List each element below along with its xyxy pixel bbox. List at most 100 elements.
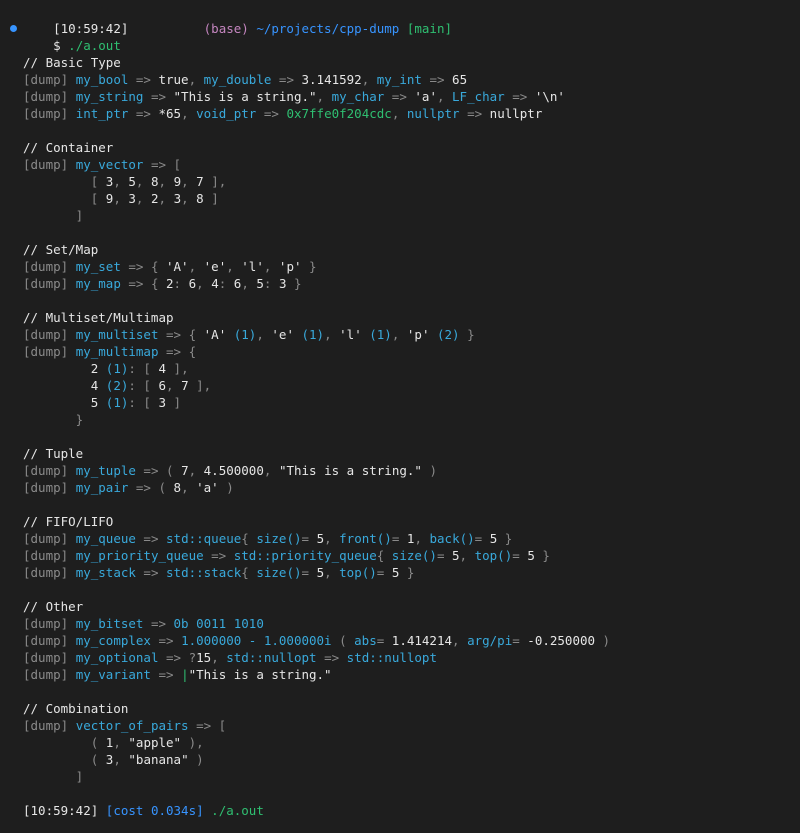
output-token: nullptr (489, 106, 543, 121)
output-token: std::queue (166, 531, 242, 546)
output-token: , (459, 548, 475, 563)
output-token: "This is a string." (278, 463, 422, 478)
output-token: ), (181, 735, 204, 750)
output-line: [dump] my_multiset => { 'A' (1), 'e' (1)… (23, 326, 475, 343)
output-token: 'p' (278, 259, 302, 274)
output-token: => { (120, 276, 166, 291)
output-line: [dump] my_multimap => { (23, 343, 196, 360)
prompt-env: (base) (203, 21, 249, 36)
output-token: , (436, 89, 453, 104)
output-token: my_complex (75, 633, 151, 648)
output-token: => (459, 106, 490, 121)
output-token: // Other (23, 599, 84, 614)
output-token: => (271, 72, 302, 87)
output-token: [dump] (23, 650, 76, 665)
output-token: , (158, 191, 174, 206)
output-token: = (376, 565, 392, 580)
output-token: [dump] (23, 276, 76, 291)
output-token: [dump] (23, 327, 76, 342)
output-token: 3 (278, 276, 287, 291)
output-token: my_string (75, 89, 144, 104)
output-token: [ (23, 191, 106, 206)
output-token: true (158, 72, 189, 87)
output-token: ], (166, 361, 189, 376)
output-token: 65 (452, 72, 468, 87)
output-token: } (497, 531, 513, 546)
output-token: , (324, 565, 340, 580)
output-token: => (158, 650, 189, 665)
output-token: 15 (196, 650, 212, 665)
output-token: => (504, 89, 535, 104)
output-token: => { (158, 344, 197, 359)
output-line: // Container (23, 139, 113, 156)
output-token: 7 (181, 463, 189, 478)
output-token: 9 (173, 174, 182, 189)
output-token: : (263, 276, 279, 291)
output-token: 4.500000 (203, 463, 264, 478)
output-token: // Basic Type (23, 55, 121, 70)
output-token: ], (203, 174, 227, 189)
output-token: // Set/Map (23, 242, 99, 257)
output-token: => (316, 650, 347, 665)
output-token: 1.000000 - 1.000000i (181, 633, 332, 648)
output-token: my_variant (75, 667, 151, 682)
output-token: 1.414214 (391, 633, 453, 648)
output-line: } (23, 411, 84, 428)
output-token: 'l' (241, 259, 264, 274)
prompt-branch: [main] (406, 21, 453, 36)
output-line: [dump] my_complex => 1.000000 - 1.000000… (23, 632, 610, 649)
output-token: = (376, 633, 392, 648)
output-token (23, 395, 91, 410)
output-token: => (150, 667, 182, 682)
output-line: ( 1, "apple" ), (23, 734, 204, 751)
output-token: [dump] (23, 531, 76, 546)
output-token: , (181, 191, 197, 206)
output-token: } (534, 548, 550, 563)
output-token: back() (429, 531, 475, 546)
output-token: ] (23, 769, 84, 784)
prompt-path: ~/projects/cpp-dump (256, 21, 400, 36)
output-line: [dump] my_priority_queue => std::priorit… (23, 547, 550, 564)
output-token: => (143, 616, 174, 631)
output-line: 2 (1): [ 4 ], (23, 360, 189, 377)
output-token: } (459, 327, 475, 342)
output-token: , (166, 378, 182, 393)
output-line: [dump] my_optional => ?15, std::nullopt … (23, 649, 437, 666)
output-token: 'a' (414, 89, 437, 104)
output-token: : (218, 276, 234, 291)
output-token: } (301, 259, 317, 274)
output-token: = (301, 565, 317, 580)
output-token: , (135, 174, 151, 189)
output-line: [dump] my_vector => [ (23, 156, 181, 173)
output-token: [dump] (23, 259, 76, 274)
output-token: "This is a string." (173, 89, 317, 104)
output-token: | (181, 667, 189, 682)
output-token: [10:59:42] (23, 803, 106, 818)
output-line: [dump] my_set => { 'A', 'e', 'l', 'p' } (23, 258, 317, 275)
output-token: "This is a string." (188, 667, 332, 682)
output-token: 5 (128, 174, 136, 189)
output-token: std::stack (166, 565, 242, 580)
output-line: [dump] my_string => "This is a string.",… (23, 88, 565, 105)
output-token: , (263, 463, 279, 478)
output-token: // Combination (23, 701, 129, 716)
output-token: = (512, 633, 528, 648)
output-token: [dump] (23, 72, 76, 87)
output-token: *65 (158, 106, 182, 121)
output-token (23, 378, 91, 393)
output-token: [dump] (23, 616, 76, 631)
output-token: => { (120, 259, 166, 274)
output-token: , (263, 259, 279, 274)
output-token: [dump] (23, 633, 76, 648)
output-token: my_map (75, 276, 121, 291)
output-token: 5 (316, 531, 325, 546)
terminal-window[interactable]: [10:59:42] (base) ~/projects/cpp-dump [m… (0, 0, 800, 833)
output-token: = (512, 548, 528, 563)
output-token: , (391, 327, 407, 342)
output-token: : [ (128, 361, 159, 376)
output-token: , (158, 174, 174, 189)
output-token: my_multiset (75, 327, 159, 342)
output-token: [dump] (23, 565, 76, 580)
output-token: ) (188, 752, 204, 767)
output-token: [dump] (23, 480, 76, 495)
